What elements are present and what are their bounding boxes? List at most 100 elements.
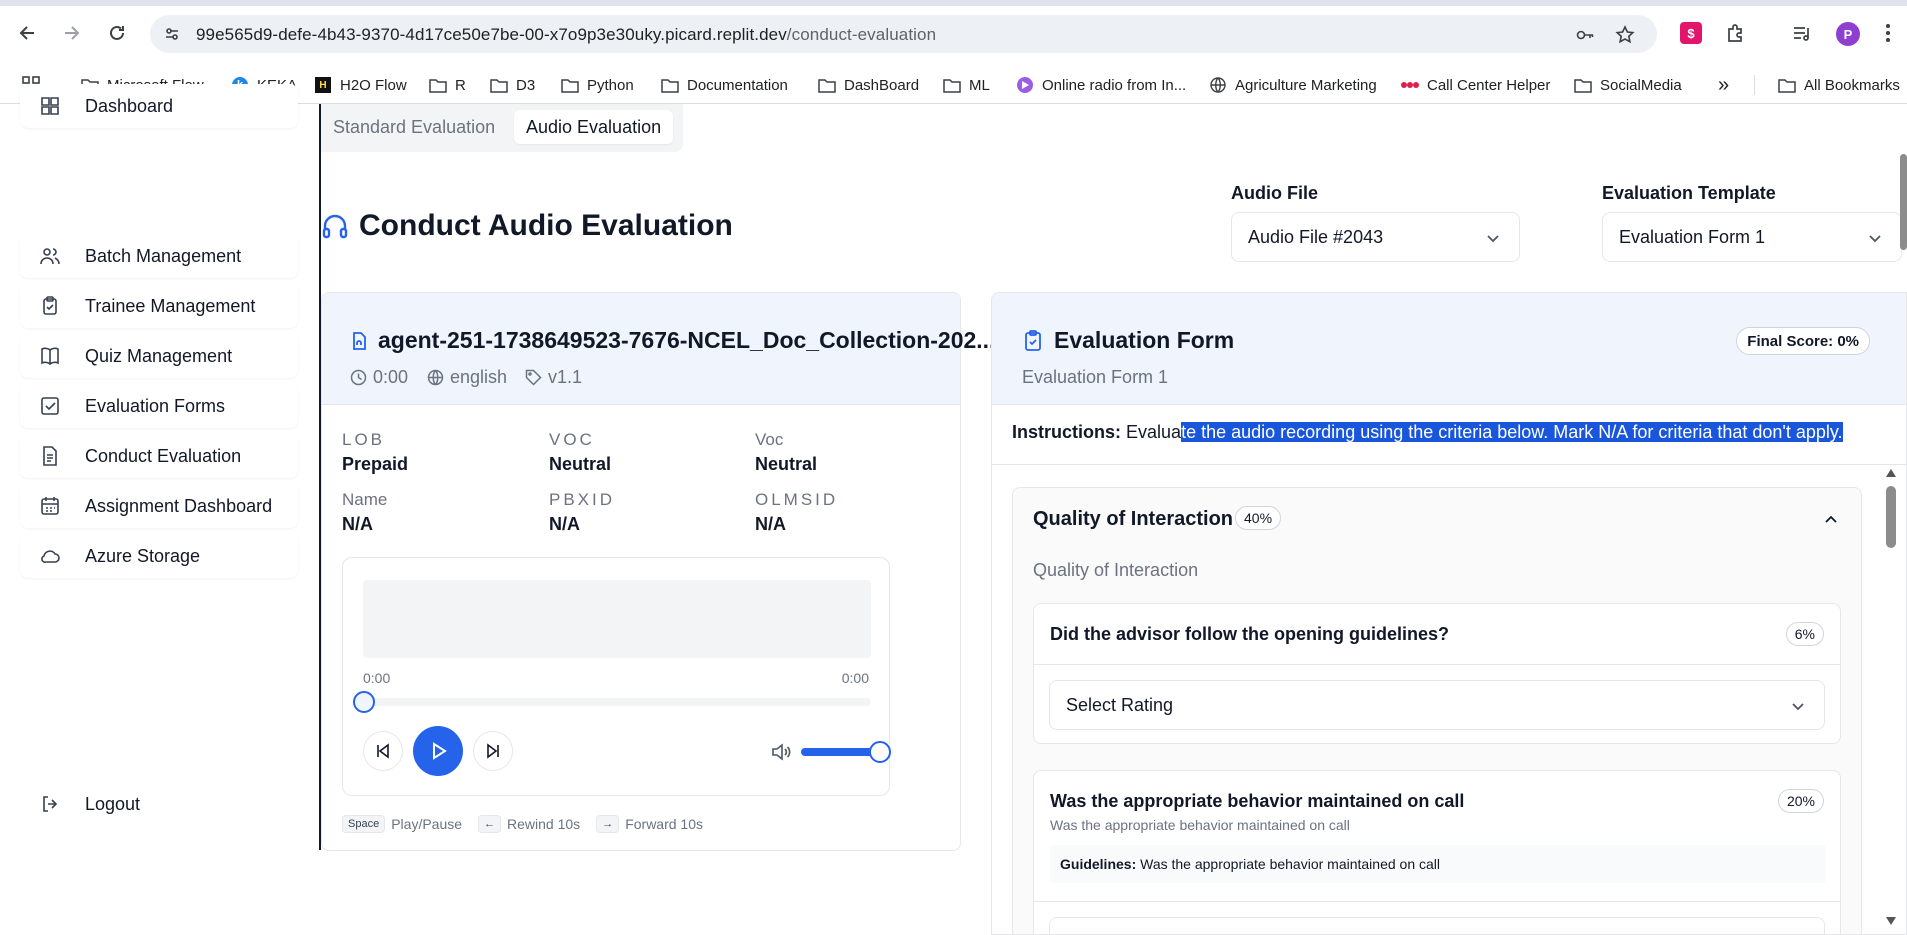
bookmark-item[interactable]: DashBoard (817, 75, 919, 95)
sidebar-item-label: Conduct Evaluation (85, 446, 242, 466)
bookmark-item[interactable]: Python (560, 75, 634, 95)
section-title[interactable]: Quality of Interaction (1033, 508, 1233, 531)
bookmark-label: H2O Flow (340, 76, 407, 94)
page-scrollbar-thumb[interactable] (1900, 154, 1907, 250)
chevron-down-icon (1869, 235, 1881, 243)
question-divider (1034, 901, 1840, 902)
version-meta: v1.1 (525, 367, 582, 388)
shortcut-action: Play/Pause (391, 816, 463, 832)
sidebar-item-assignment-dashboard[interactable]: Assignment Dashboard (20, 484, 298, 528)
sidebar-item-azure-storage[interactable]: Azure Storage (20, 534, 298, 578)
chevron-up-icon[interactable] (1823, 512, 1839, 528)
field-value-olmsid: N/A (755, 514, 786, 534)
bookmark-item[interactable]: R (428, 75, 466, 95)
logout-button[interactable]: Logout (20, 782, 298, 826)
folder-icon (1777, 77, 1797, 93)
instructions: Instructions: Evaluate the audio recordi… (992, 405, 1906, 465)
extension-pink-icon[interactable]: $ (1679, 21, 1703, 45)
address-bar[interactable]: 99e565d9-defe-4b43-9370-4d17ce50e7be-00-… (150, 15, 1657, 53)
current-time: 0:00 (363, 670, 391, 686)
play-button[interactable] (413, 726, 463, 776)
extensions-puzzle-icon[interactable] (1724, 21, 1748, 45)
bookmark-item[interactable]: Agriculture Marketing (1208, 75, 1377, 95)
back-button[interactable] (14, 20, 40, 46)
bookmark-star-icon[interactable] (1615, 25, 1635, 45)
bookmark-item[interactable]: SocialMedia (1573, 75, 1682, 95)
headphones-icon (322, 214, 348, 239)
profile-avatar[interactable]: P (1836, 22, 1860, 46)
rating-select[interactable] (1049, 917, 1825, 934)
audio-file-label: Audio File (1231, 183, 1318, 203)
bookmark-label: DashBoard (844, 76, 920, 94)
folder-icon (817, 77, 837, 93)
bookmark-item[interactable]: H H2O Flow (313, 75, 407, 95)
all-bookmarks-button[interactable]: All Bookmarks (1777, 75, 1900, 95)
logout-label: Logout (85, 794, 141, 814)
form-scrollbar-thumb[interactable] (1886, 486, 1896, 548)
folder-icon (942, 77, 962, 93)
version-text: v1.1 (548, 367, 583, 387)
skip-back-button[interactable] (363, 731, 403, 771)
sidebar-item-label: Trainee Management (85, 296, 256, 316)
forward-button[interactable] (59, 20, 85, 46)
sidebar-item-label: Quiz Management (85, 346, 233, 366)
password-key-icon[interactable] (1575, 25, 1595, 45)
reload-button[interactable] (104, 20, 130, 46)
question-card: Was the appropriate behavior maintained … (1033, 770, 1841, 934)
sidebar-item-evaluation-forms[interactable]: Evaluation Forms (20, 384, 298, 428)
media-queue-icon[interactable] (1790, 21, 1814, 45)
sidebar-item-dashboard[interactable]: Dashboard (20, 84, 298, 128)
sidebar-item-quiz-management[interactable]: Quiz Management (20, 334, 298, 378)
section-weight-badge: 40% (1235, 506, 1282, 530)
bookmark-label: Agriculture Marketing (1235, 76, 1377, 94)
sidebar-item-label: Batch Management (85, 246, 242, 266)
scroll-down-arrow-icon[interactable] (1885, 916, 1897, 926)
bookmark-item[interactable]: Call Center Helper (1400, 75, 1550, 95)
evaluation-tabs: Standard Evaluation Audio Evaluation (321, 104, 683, 152)
sidebar-item-trainee-management[interactable]: Trainee Management (20, 284, 298, 328)
rating-select[interactable]: Select Rating (1049, 680, 1825, 730)
tab-audio-evaluation[interactable]: Audio Evaluation (514, 110, 674, 144)
field-key-voc: VOC (549, 430, 595, 449)
bookmark-item[interactable]: Online radio from In... (1015, 75, 1186, 95)
dots-icon (1400, 77, 1420, 93)
audio-file-select[interactable]: Audio File #2043 (1231, 212, 1520, 262)
sidebar-item-batch-management[interactable]: Batch Management (20, 234, 298, 278)
bookmark-item[interactable]: Documentation (660, 75, 788, 95)
bookmark-label: R (455, 76, 466, 94)
site-info-icon[interactable] (164, 26, 180, 42)
tab-strip (0, 0, 1907, 6)
tab-standard-evaluation[interactable]: Standard Evaluation (321, 110, 507, 144)
volume-handle[interactable] (869, 741, 891, 763)
skip-back-icon (377, 743, 389, 759)
waveform[interactable] (363, 580, 871, 658)
field-key-name: Name (342, 490, 388, 509)
audio-file-name: agent-251-1738649523-7676-NCEL_Doc_Colle… (378, 327, 996, 353)
folder-icon (428, 77, 448, 93)
sidebar-item-conduct-evaluation[interactable]: Conduct Evaluation (20, 434, 298, 478)
evaluation-template-select[interactable]: Evaluation Form 1 (1602, 212, 1902, 262)
bookmark-label: Documentation (687, 76, 788, 94)
chevron-down-icon (1487, 235, 1499, 243)
form-title: Evaluation Form (1022, 327, 1234, 354)
bookmark-item[interactable]: ML (942, 75, 990, 95)
clipboard-icon (43, 296, 57, 315)
shortcut-action: Rewind 10s (507, 816, 581, 832)
menu-kebab-icon[interactable] (1876, 21, 1900, 45)
language-meta: english (427, 367, 507, 388)
instructions-label: Instructions: (1012, 422, 1122, 442)
page-title: Conduct Audio Evaluation (321, 204, 733, 248)
field-value-name: N/A (342, 514, 373, 534)
url-text[interactable]: 99e565d9-defe-4b43-9370-4d17ce50e7be-00-… (196, 25, 936, 45)
bookmark-label: ML (969, 76, 990, 94)
skip-forward-button[interactable] (473, 731, 513, 771)
bookmark-item[interactable]: D3 (489, 75, 535, 95)
globe-icon (1208, 77, 1228, 93)
volume-icon[interactable] (771, 743, 791, 761)
seek-handle[interactable] (353, 691, 375, 713)
scroll-up-arrow-icon[interactable] (1885, 468, 1897, 478)
question-card: Did the advisor follow the opening guide… (1033, 603, 1841, 744)
seek-track[interactable] (363, 698, 871, 706)
bookmarks-overflow-button[interactable]: » (1718, 74, 1729, 96)
field-value-voc: Neutral (549, 454, 612, 474)
